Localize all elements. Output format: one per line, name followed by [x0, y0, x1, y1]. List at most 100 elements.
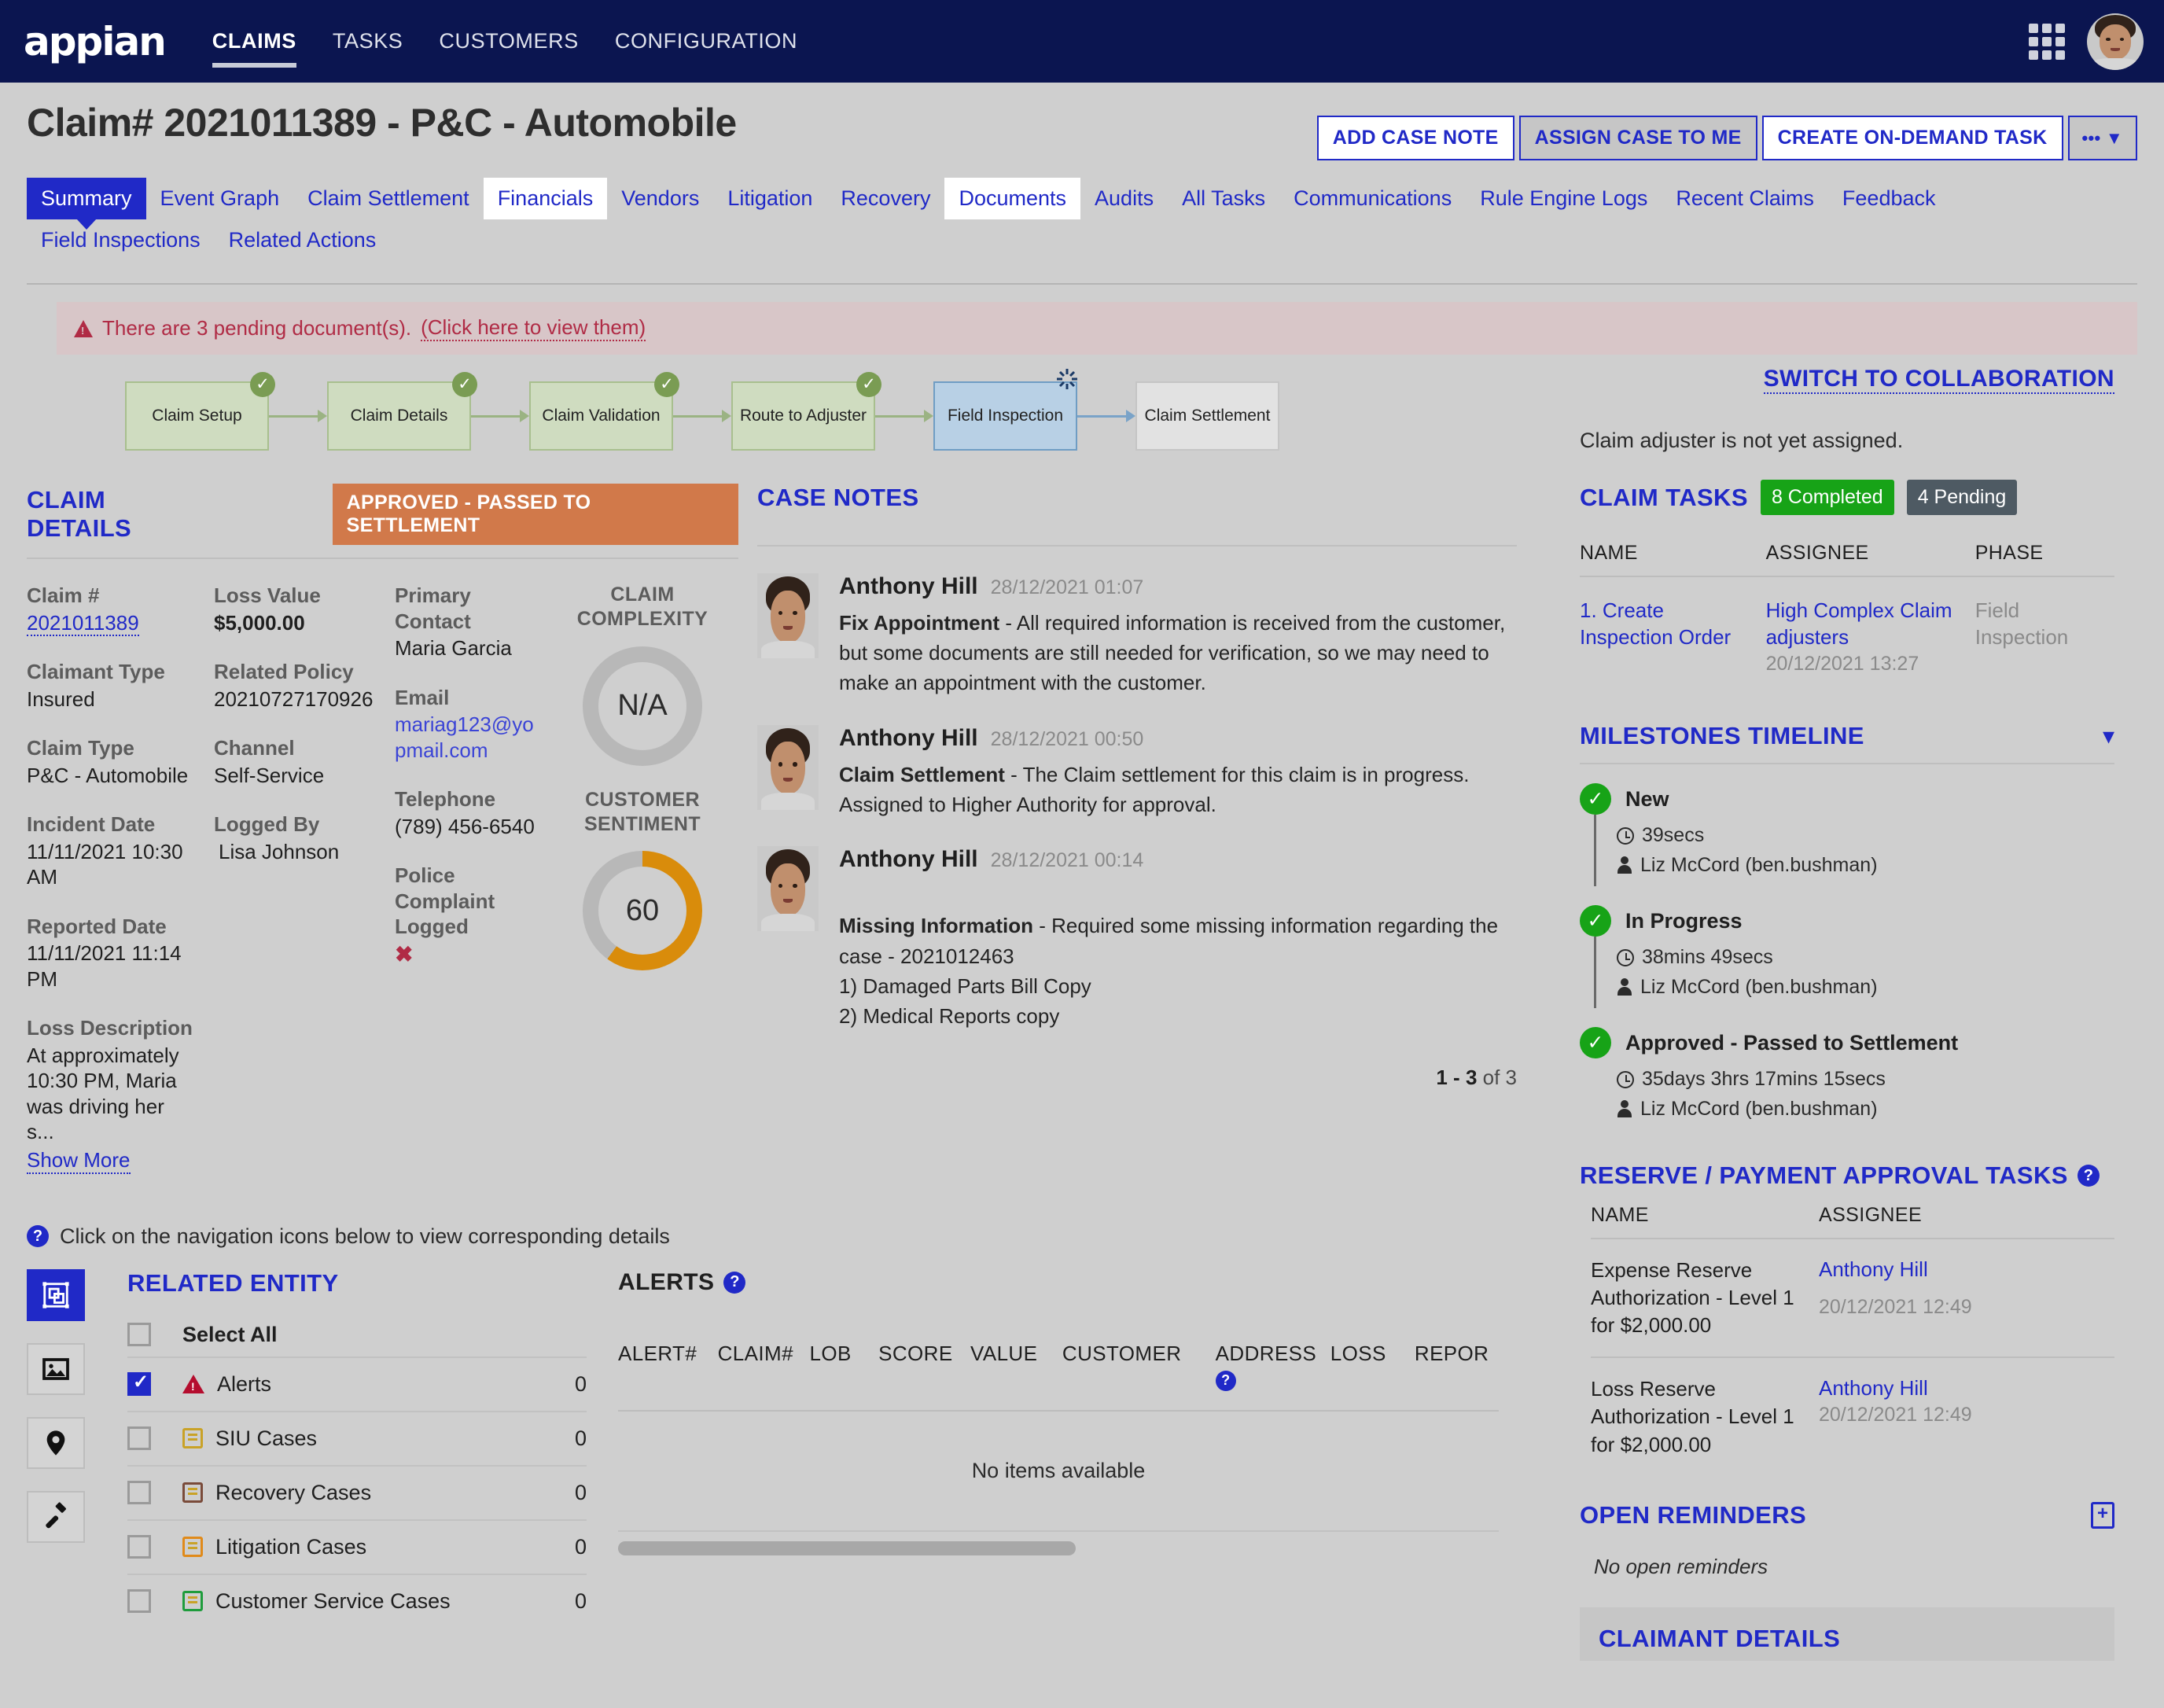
field-label: Primary Contact	[395, 583, 471, 633]
workflow-node-claim-details[interactable]: Claim Details ✓	[327, 372, 477, 451]
tab-recovery[interactable]: Recovery	[826, 178, 944, 219]
field-incident-date: Incident Date 11/11/2021 10:30 AM	[27, 812, 195, 890]
column-header-address[interactable]: ADDRESS ?	[1215, 1342, 1330, 1391]
column-header-alert-number[interactable]: ALERT#	[618, 1342, 718, 1366]
tab-event-graph[interactable]: Event Graph	[146, 178, 294, 219]
column-header-phase[interactable]: PHASE	[1975, 542, 2114, 565]
list-item[interactable]: Litigation Cases 0	[127, 1518, 587, 1574]
tab-recent-claims[interactable]: Recent Claims	[1662, 178, 1828, 219]
image-icon[interactable]	[27, 1342, 85, 1395]
tab-rule-engine-logs[interactable]: Rule Engine Logs	[1466, 178, 1662, 219]
column-header-value[interactable]: VALUE	[970, 1342, 1062, 1366]
case-note-item: Anthony Hill 28/12/2021 01:07 Fix Appoin…	[757, 573, 1517, 698]
tab-communications[interactable]: Communications	[1279, 178, 1466, 219]
claim-details-column-1: Claim # 2021011389 Claimant Type Insured…	[27, 583, 214, 1198]
field-loss-value: Loss Value $5,000.00	[214, 583, 376, 635]
map-pin-icon[interactable]	[27, 1416, 85, 1469]
tab-bar: Summary Event Graph Claim Settlement Fin…	[0, 160, 2164, 261]
related-entity-icon[interactable]	[27, 1268, 85, 1321]
task-name-link[interactable]: 1. Create Inspection Order	[1580, 598, 1731, 649]
column-header-name[interactable]: NAME	[1580, 542, 1766, 565]
create-on-demand-task-button[interactable]: CREATE ON-DEMAND TASK	[1761, 116, 2063, 160]
row-checkbox[interactable]	[127, 1481, 151, 1504]
claim-number-link[interactable]: 2021011389	[27, 610, 139, 636]
help-circle-icon[interactable]: ?	[1215, 1370, 1236, 1391]
row-checkbox[interactable]	[127, 1371, 151, 1396]
row-checkbox[interactable]	[127, 1535, 151, 1559]
tab-all-tasks[interactable]: All Tasks	[1168, 178, 1279, 219]
claimant-details-panel[interactable]: CLAIMANT DETAILS	[1580, 1607, 2114, 1661]
tab-claim-settlement[interactable]: Claim Settlement	[293, 178, 484, 219]
apps-grid-icon[interactable]	[2029, 23, 2065, 60]
user-avatar[interactable]	[2087, 13, 2144, 70]
case-note-timestamp: 28/12/2021 01:07	[990, 576, 1144, 598]
column-header-reported[interactable]: REPOR	[1415, 1342, 1499, 1366]
list-item[interactable]: SIU Cases 0	[127, 1410, 587, 1465]
list-item[interactable]: Alerts 0	[127, 1356, 587, 1411]
show-more-link[interactable]: Show More	[27, 1148, 131, 1174]
reserve-task-assignee-link[interactable]: Anthony Hill	[1819, 1257, 1928, 1281]
workflow-node-route-to-adjuster[interactable]: Route to Adjuster ✓	[731, 372, 881, 451]
field-value: 11/11/2021 11:14 PM	[27, 941, 182, 991]
help-circle-icon[interactable]: ?	[2077, 1165, 2100, 1187]
add-case-note-button[interactable]: ADD CASE NOTE	[1316, 116, 1514, 160]
tab-litigation[interactable]: Litigation	[713, 178, 826, 219]
entity-count: 0	[574, 1588, 587, 1613]
column-header-customer[interactable]: CUSTOMER	[1062, 1342, 1216, 1366]
field-police-complaint-logged: Police Complaint Logged ✖	[395, 863, 545, 967]
tab-field-inspections[interactable]: Field Inspections	[27, 219, 215, 261]
column-header-loss[interactable]: LOSS	[1330, 1342, 1415, 1366]
reserve-task-assignee-link[interactable]: Anthony Hill	[1819, 1376, 1928, 1400]
nav-item-tasks[interactable]: TASKS	[333, 24, 403, 58]
column-header-assignee[interactable]: ASSIGNEE	[1766, 542, 1975, 565]
field-claim-type: Claim Type P&C - Automobile	[27, 735, 195, 788]
workflow-node-claim-validation[interactable]: Claim Validation ✓	[529, 372, 679, 451]
list-item[interactable]: Customer Service Cases 0	[127, 1573, 587, 1628]
column-header-lob[interactable]: LOB	[809, 1342, 878, 1366]
workflow-node-claim-setup[interactable]: Claim Setup ✓	[125, 372, 275, 451]
select-all-checkbox[interactable]	[127, 1323, 151, 1346]
tab-related-actions[interactable]: Related Actions	[215, 219, 391, 261]
workflow-node-claim-settlement[interactable]: Claim Settlement	[1135, 381, 1279, 451]
calendar-plus-icon[interactable]	[2091, 1501, 2114, 1529]
tab-financials[interactable]: Financials	[483, 178, 608, 219]
column-header-score[interactable]: SCORE	[878, 1342, 970, 1366]
right-sidebar: SWITCH TO COLLABORATION Claim adjuster i…	[1548, 355, 2114, 1661]
horizontal-scrollbar[interactable]	[618, 1541, 1076, 1555]
help-circle-icon[interactable]: ?	[723, 1271, 746, 1294]
nav-item-configuration[interactable]: CONFIGURATION	[615, 24, 797, 58]
nav-item-customers[interactable]: CUSTOMERS	[439, 24, 578, 58]
tab-list: Summary Event Graph Claim Settlement Fin…	[27, 178, 2137, 219]
pending-documents-banner[interactable]: There are 3 pending document(s). (Click …	[57, 302, 2137, 355]
tab-summary[interactable]: Summary	[27, 178, 146, 219]
workflow-node-field-inspection[interactable]: Field Inspection	[933, 369, 1077, 451]
list-item[interactable]: Recovery Cases 0	[127, 1464, 587, 1519]
completed-badge[interactable]: 8 Completed	[1760, 480, 1894, 515]
assign-case-to-me-button[interactable]: ASSIGN CASE TO ME	[1518, 116, 1757, 160]
avatar	[757, 573, 819, 658]
field-value: 20210727170926	[214, 687, 374, 711]
gavel-icon[interactable]	[27, 1490, 85, 1543]
task-assignee-link[interactable]: High Complex Claim adjusters	[1766, 598, 1952, 649]
column-header-claim-number[interactable]: CLAIM#	[718, 1342, 810, 1366]
field-value: 11/11/2021 10:30 AM	[27, 839, 183, 889]
workflow-arrow	[875, 410, 933, 422]
related-entity-row: RELATED ENTITY Select All Alerts 0	[27, 1268, 1548, 1628]
workflow-node-label: Claim Validation	[542, 407, 661, 425]
column-header-name[interactable]: NAME	[1591, 1204, 1819, 1227]
chevron-down-icon[interactable]: ▾	[2103, 723, 2114, 750]
help-circle-icon[interactable]: ?	[27, 1225, 49, 1247]
nav-item-claims[interactable]: CLAIMS	[212, 24, 296, 68]
tab-vendors[interactable]: Vendors	[607, 178, 713, 219]
row-checkbox[interactable]	[127, 1426, 151, 1450]
tab-feedback[interactable]: Feedback	[1828, 178, 1950, 219]
tab-documents[interactable]: Documents	[944, 178, 1081, 219]
email-link[interactable]: mariag123@yopmail.com	[395, 712, 545, 763]
row-checkbox[interactable]	[127, 1589, 151, 1613]
banner-view-link[interactable]: (Click here to view them)	[421, 315, 646, 341]
tab-audits[interactable]: Audits	[1080, 178, 1168, 219]
more-actions-button[interactable]: ••• ▼	[2067, 116, 2137, 160]
switch-to-collaboration-link[interactable]: SWITCH TO COLLABORATION	[1763, 366, 2114, 394]
column-header-assignee[interactable]: ASSIGNEE	[1819, 1204, 2008, 1227]
pending-badge[interactable]: 4 Pending	[1906, 480, 2018, 515]
